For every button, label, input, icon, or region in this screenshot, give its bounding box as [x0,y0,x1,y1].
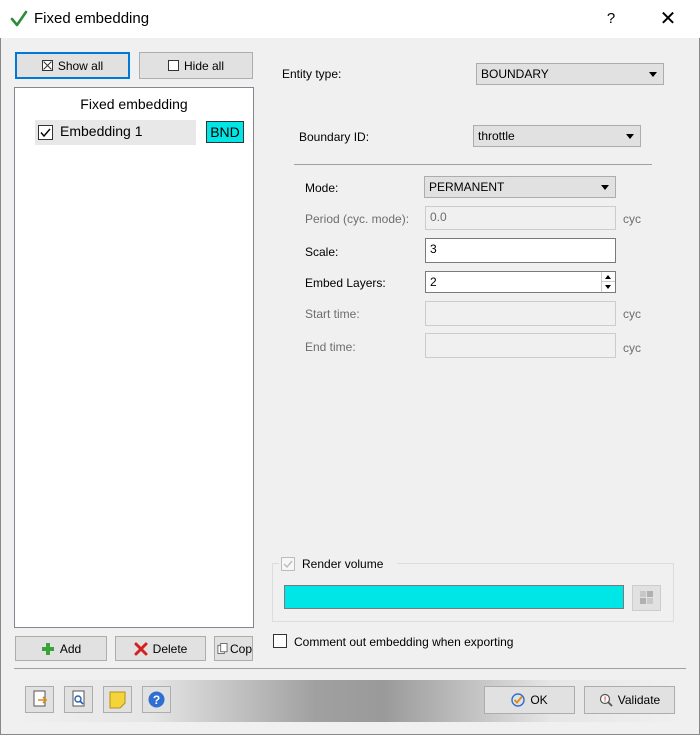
section-divider [294,164,652,165]
note-button[interactable] [103,686,132,713]
hide-all-label: Hide all [183,58,225,73]
spin-down-button[interactable] [602,282,615,292]
delete-x-icon [134,642,148,655]
window-title: Fixed embedding [34,10,150,27]
validate-icon: ! [599,693,613,707]
chevron-down-icon [649,72,657,77]
period-unit: cyc [623,212,641,226]
export-icon [33,690,48,707]
render-volume-checkbox[interactable] [281,557,295,571]
footer-divider [14,668,686,669]
plus-icon [41,642,54,655]
list-header: Fixed embedding [80,96,188,112]
spin-up-button[interactable] [602,272,615,282]
boundary-id-select[interactable]: throttle [473,125,641,147]
start-time-unit: cyc [623,307,641,321]
sticky-note-icon [109,691,126,709]
list-item[interactable]: Embedding 1 [35,120,196,145]
entity-type-value: BOUNDARY [481,67,549,81]
mode-select[interactable]: PERMANENT [424,176,616,198]
boundary-id-value: throttle [478,129,515,143]
question-icon: ? [148,691,165,708]
preview-icon [72,690,85,707]
comment-out-label: Comment out embedding when exporting [294,635,514,649]
bnd-badge: BND [206,121,244,143]
spinner [601,272,615,292]
entity-type-select[interactable]: BOUNDARY [476,63,664,85]
comment-out-checkbox[interactable] [273,634,287,648]
entity-type-label: Entity type: [282,67,342,81]
checked-box-icon [41,60,53,71]
validate-button[interactable]: ! Validate [584,686,675,714]
period-field: 0.0 [425,206,616,230]
help-button[interactable]: ? [600,8,622,30]
checkmark-icon [10,10,28,27]
color-picker-button[interactable] [632,585,661,611]
mode-label: Mode: [305,181,339,195]
color-grid-icon [640,591,653,604]
end-time-unit: cyc [623,341,641,355]
delete-button[interactable]: Delete [115,636,206,661]
period-label: Period (cyc. mode): [305,212,410,226]
mode-value: PERMANENT [429,180,505,194]
preview-button[interactable] [64,686,93,713]
ok-check-icon [511,693,526,707]
scale-field[interactable]: 3 [425,238,616,263]
hide-all-button[interactable]: Hide all [139,52,253,79]
svg-text:!: ! [604,697,606,704]
embed-layers-value: 2 [430,275,437,289]
copy-label: Cop [229,641,252,656]
start-time-label: Start time: [305,307,360,321]
validate-label: Validate [617,693,661,707]
svg-text:?: ? [153,693,160,707]
export-button[interactable] [25,686,54,713]
delete-label: Delete [152,641,188,656]
end-time-field [425,333,616,358]
ok-label: OK [530,693,548,707]
add-button[interactable]: Add [15,636,107,661]
show-all-label: Show all [57,58,104,73]
copy-button[interactable]: Cop [214,636,253,661]
check-icon [283,560,293,569]
embedding-list[interactable]: Fixed embedding Embedding 1 BND [14,87,254,628]
check-icon [40,128,51,138]
embed-layers-label: Embed Layers: [305,276,386,290]
item-checkbox[interactable] [38,125,53,140]
help-icon-button[interactable]: ? [142,686,171,713]
item-label: Embedding 1 [60,123,143,139]
empty-box-icon [167,60,179,71]
embed-layers-spinbox[interactable]: 2 [425,271,616,293]
end-time-label: End time: [305,340,356,354]
add-label: Add [59,641,82,656]
scale-label: Scale: [305,245,339,259]
ok-button[interactable]: OK [484,686,575,714]
render-color-bar[interactable] [284,585,624,609]
render-volume-label: Render volume [302,557,384,571]
close-button[interactable]: ✕ [655,6,681,32]
chevron-down-icon [601,185,609,190]
copy-icon [217,642,228,654]
boundary-id-label: Boundary ID: [299,130,370,144]
start-time-field [425,301,616,326]
chevron-down-icon [626,134,634,139]
show-all-button[interactable]: Show all [15,52,130,79]
